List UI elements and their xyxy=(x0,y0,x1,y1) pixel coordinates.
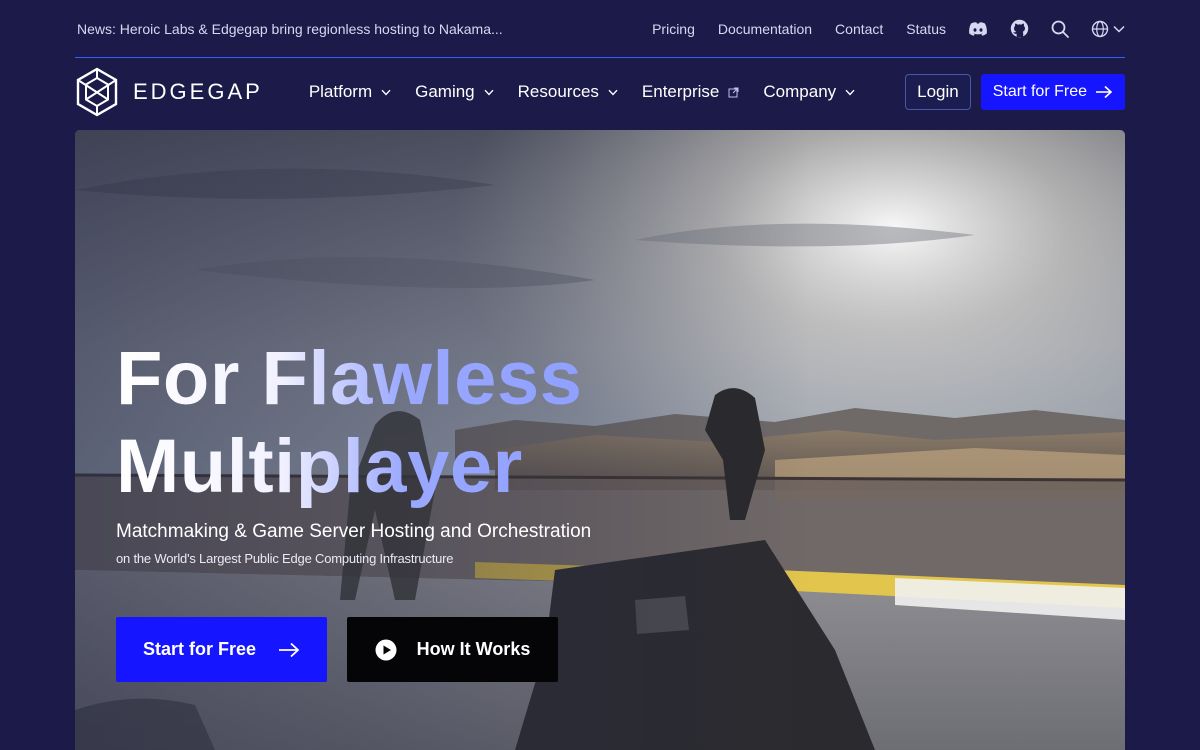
chevron-down-icon xyxy=(381,89,391,96)
chevron-down-icon xyxy=(1113,25,1125,33)
nav-actions: Login Start for Free xyxy=(905,74,1125,110)
status-link[interactable]: Status xyxy=(906,21,946,37)
main-nav: EDGEGAP Platform Gaming Resources Enterp… xyxy=(75,57,1125,127)
search-icon[interactable] xyxy=(1051,20,1069,38)
news-link[interactable]: News: Heroic Labs & Edgegap bring region… xyxy=(75,21,503,37)
nav-item-gaming[interactable]: Gaming xyxy=(415,82,494,102)
hero-section: For Flawless Multiplayer Matchmaking & G… xyxy=(75,130,1125,750)
github-icon[interactable] xyxy=(1010,19,1029,38)
nav-item-label: Platform xyxy=(308,82,373,101)
chevron-down-icon xyxy=(608,89,618,96)
headline-line-1: For Flawless xyxy=(116,336,583,421)
brand-name: EDGEGAP xyxy=(133,79,263,104)
globe-icon xyxy=(1091,20,1109,37)
hero-cta-label: Start for Free xyxy=(142,639,257,659)
documentation-link[interactable]: Documentation xyxy=(718,21,812,37)
arrow-right-icon xyxy=(1096,85,1113,99)
nav-item-label: Gaming xyxy=(415,82,475,101)
how-it-works-button[interactable]: How It Works xyxy=(347,617,558,682)
play-icon xyxy=(375,639,397,660)
nav-item-label: Resources xyxy=(517,82,599,101)
start-for-free-button[interactable]: Start for Free xyxy=(980,74,1125,110)
nav-item-label: Company xyxy=(763,82,837,101)
edgegap-logo-icon xyxy=(76,67,118,117)
arrow-right-icon xyxy=(279,642,300,657)
start-for-free-label: Start for Free xyxy=(992,83,1087,100)
how-it-works-label: How It Works xyxy=(416,639,531,659)
chevron-down-icon xyxy=(845,89,855,96)
brand-logo[interactable]: EDGEGAP xyxy=(75,67,263,117)
contact-link[interactable]: Contact xyxy=(835,21,883,37)
nav-item-platform[interactable]: Platform xyxy=(309,82,391,102)
nav-item-enterprise[interactable]: Enterprise xyxy=(642,82,739,102)
hero-subsubtitle: on the World's Largest Public Edge Compu… xyxy=(116,551,454,566)
top-links: Pricing Documentation Contact Status xyxy=(629,19,1125,38)
nav-menu: Platform Gaming Resources Enterprise Com… xyxy=(309,82,879,102)
hero-subtitle: Matchmaking & Game Server Hosting and Or… xyxy=(116,521,592,542)
hero-headline: For Flawless Multiplayer xyxy=(116,335,582,511)
external-link-icon xyxy=(728,87,739,98)
language-selector[interactable] xyxy=(1091,20,1125,38)
discord-icon[interactable] xyxy=(968,21,988,37)
login-button[interactable]: Login xyxy=(905,74,971,110)
top-bar: News: Heroic Labs & Edgegap bring region… xyxy=(75,0,1125,58)
headline-line-2: Multiplayer xyxy=(116,424,523,509)
nav-item-company[interactable]: Company xyxy=(763,82,855,102)
chevron-down-icon xyxy=(484,89,494,96)
pricing-link[interactable]: Pricing xyxy=(652,21,695,37)
hero-start-for-free-button[interactable]: Start for Free xyxy=(116,617,327,682)
nav-item-resources[interactable]: Resources xyxy=(518,82,618,102)
nav-item-label: Enterprise xyxy=(641,82,720,101)
